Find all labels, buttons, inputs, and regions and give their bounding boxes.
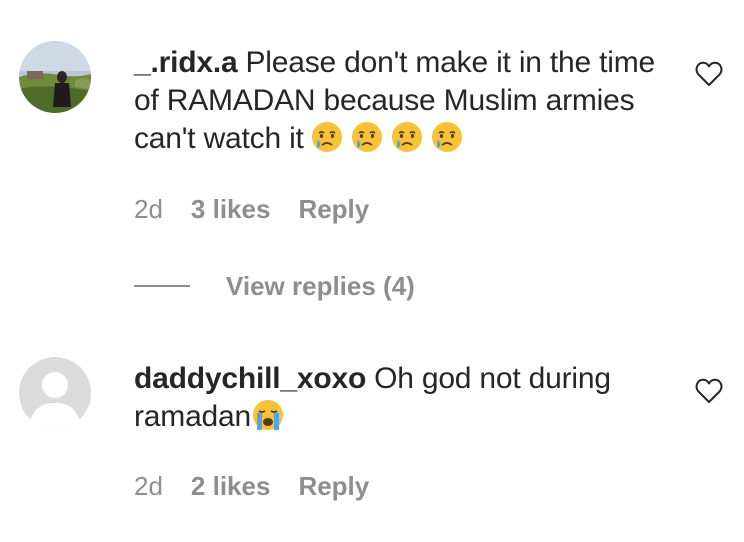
comment-username[interactable]: daddychill_xoxo [134, 362, 366, 395]
crying-face-icon [390, 120, 424, 154]
view-replies-button[interactable]: View replies (4) [226, 271, 415, 302]
crying-face-icon [430, 120, 464, 154]
comment-body: daddychill_xoxo Oh god not during ramadan [134, 360, 674, 436]
crying-face-icon [310, 120, 344, 154]
view-replies[interactable]: View replies (4) [134, 268, 415, 304]
avatar-photo [19, 41, 91, 113]
comment-likes[interactable]: 2 likes [191, 471, 271, 502]
loudly-crying-face-icon [251, 398, 285, 432]
comment-time: 2d [134, 194, 163, 224]
reply-button[interactable]: Reply [298, 471, 369, 502]
comment-body: _.ridx.a Please don't make it in the time… [134, 44, 674, 158]
divider [134, 285, 190, 287]
comment-likes[interactable]: 3 likes [191, 194, 271, 225]
default-avatar-icon[interactable] [19, 357, 91, 429]
comment-username[interactable]: _.ridx.a [134, 46, 238, 79]
comment-meta: 2d 3 likes Reply [134, 194, 397, 225]
heart-outline-icon[interactable] [695, 378, 723, 404]
comment-meta: 2d 2 likes Reply [134, 471, 397, 502]
reply-button[interactable]: Reply [298, 194, 369, 225]
avatar[interactable] [19, 41, 91, 113]
heart-outline-icon[interactable] [695, 61, 723, 87]
crying-face-icon [350, 120, 384, 154]
comment-time: 2d [134, 471, 163, 501]
